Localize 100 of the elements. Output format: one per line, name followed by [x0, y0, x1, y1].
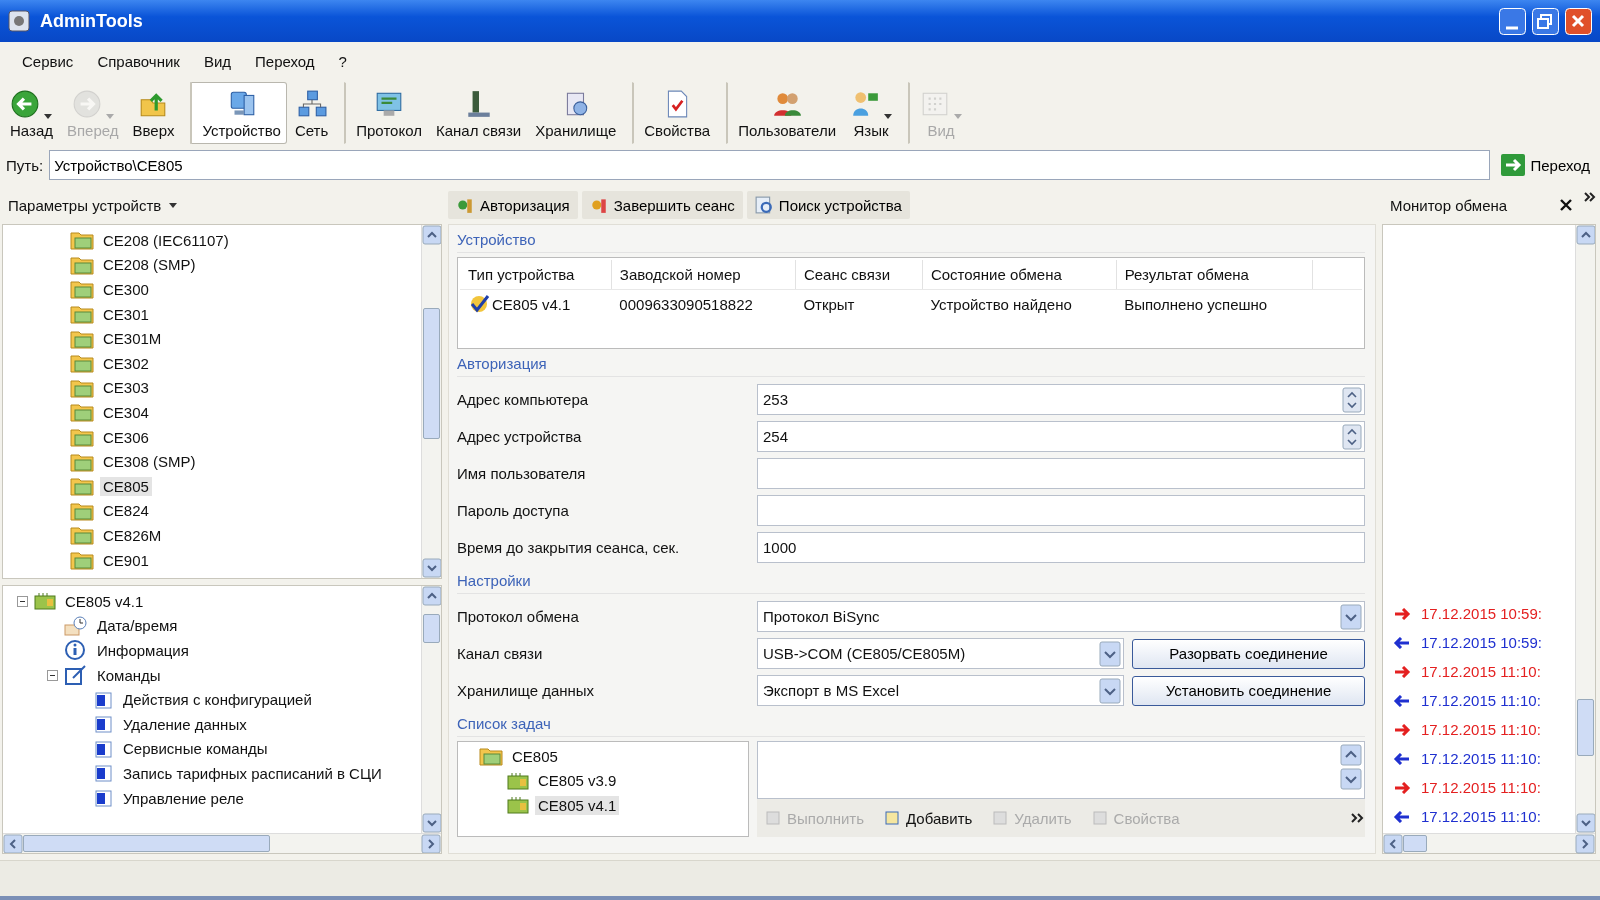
toolbar-button[interactable]: Устройство — [190, 82, 287, 144]
panel-dropdown[interactable]: Параметры устройств — [8, 196, 178, 214]
scroll-left-button[interactable] — [3, 834, 23, 853]
spin-button[interactable] — [1342, 423, 1362, 450]
input-field[interactable] — [757, 495, 1365, 526]
log-entry[interactable]: 17.12.2015 11:10: — [1421, 663, 1541, 680]
log-entry[interactable]: 17.12.2015 11:10: — [1421, 750, 1541, 767]
tree-item[interactable]: CE301M — [100, 329, 165, 349]
minimize-button[interactable] — [1499, 7, 1526, 35]
tree-item[interactable]: CE303 — [100, 378, 152, 398]
column-header[interactable]: Тип устройства — [460, 260, 612, 290]
tree-item[interactable]: CE826M — [100, 525, 165, 545]
toolbar-button[interactable]: Авторизация — [448, 191, 578, 219]
tree-item[interactable]: CE306 — [100, 427, 152, 447]
collapse-toggle[interactable] — [47, 669, 58, 681]
caret-icon[interactable] — [44, 114, 53, 119]
tree-item[interactable]: CE805 v4.1 — [535, 796, 620, 815]
dropdown[interactable]: Протокол BiSync — [757, 601, 1365, 632]
toolbar-button[interactable]: Поиск устройства — [746, 191, 910, 219]
path-field[interactable]: Устройство\CE805 — [49, 150, 1491, 180]
toolbar-button[interactable]: Пользователи — [726, 82, 843, 144]
toolbar-button[interactable]: Канал связи — [429, 82, 528, 144]
tree-item[interactable]: CE301 — [100, 304, 152, 324]
toolbar-button[interactable]: Вверх — [126, 82, 181, 144]
scroll-up-button[interactable] — [422, 225, 441, 245]
connection-button[interactable]: Установить соединение — [1132, 675, 1365, 706]
menu-item[interactable]: Переход — [245, 48, 325, 74]
scroll-up-button[interactable] — [422, 586, 441, 606]
tree-item[interactable]: Информация — [94, 641, 192, 660]
log-entry[interactable]: 17.12.2015 11:10: — [1421, 721, 1541, 738]
tree-item[interactable]: CE901 — [100, 550, 152, 570]
scroll-thumb[interactable] — [23, 835, 270, 852]
column-header[interactable]: Состояние обмена — [922, 260, 1117, 290]
toolbar-button[interactable]: Назад — [4, 82, 59, 144]
input-field[interactable] — [757, 458, 1365, 489]
scroll-thumb[interactable] — [423, 614, 440, 644]
connection-button[interactable]: Разорвать соединение — [1132, 638, 1365, 669]
menu-item[interactable]: Вид — [193, 48, 241, 74]
tree-item[interactable]: CE805 — [100, 476, 152, 496]
close-button[interactable] — [1565, 7, 1592, 35]
tree-item[interactable]: Сервисные команды — [120, 739, 271, 759]
chevron-icon[interactable] — [1584, 192, 1596, 202]
input-field[interactable]: 253 — [757, 384, 1365, 415]
tree-item[interactable]: CE208 (IEC61107) — [100, 230, 232, 250]
scroll-thumb[interactable] — [1403, 835, 1428, 852]
scroll-right-button[interactable] — [421, 834, 441, 853]
scroll-left-button[interactable] — [1383, 834, 1403, 854]
go-button[interactable]: Переход — [1496, 153, 1594, 177]
tree-item[interactable]: Запись тарифных расписаний в СЦИ — [120, 763, 385, 783]
input-field[interactable]: 254 — [757, 421, 1365, 452]
log-entry[interactable]: 17.12.2015 11:10: — [1421, 779, 1541, 796]
scroll-up-button[interactable] — [1576, 225, 1595, 245]
toolbar-button[interactable]: Свойства — [632, 82, 717, 144]
tree-item[interactable]: Управление реле — [120, 788, 247, 808]
column-header[interactable]: Сеанс связи — [795, 260, 923, 290]
toolbar-button[interactable]: Сеть — [288, 82, 335, 144]
scroll-down-button[interactable] — [1340, 768, 1362, 790]
log-entry[interactable]: 17.12.2015 11:10: — [1421, 808, 1541, 825]
maximize-button[interactable] — [1532, 7, 1559, 35]
tree-item[interactable]: CE308 (SMP) — [100, 452, 199, 472]
tree-item[interactable]: CE208 (SMP) — [100, 255, 199, 275]
input-field[interactable]: 1000 — [757, 532, 1365, 563]
tree-item[interactable]: Удаление данных — [120, 714, 250, 734]
caret-icon[interactable] — [884, 114, 893, 119]
scroll-thumb[interactable] — [1577, 699, 1594, 757]
tree-item[interactable]: CE805 — [509, 746, 561, 766]
tree-item[interactable]: CE300 — [100, 280, 152, 299]
tree-item[interactable]: Действия с конфигурацией — [120, 690, 315, 710]
toolbar-button[interactable]: Завершить сеанс — [581, 191, 743, 219]
toolbar-button[interactable]: Хранилище — [529, 82, 623, 144]
column-header[interactable]: Заводской номер — [611, 260, 796, 290]
scroll-right-button[interactable] — [1575, 834, 1595, 854]
column-header[interactable]: Результат обмена — [1116, 260, 1312, 290]
chevron-icon[interactable] — [1351, 813, 1365, 823]
tree-item[interactable]: Команды — [94, 665, 164, 685]
toolbar-button[interactable]: Протокол — [344, 82, 428, 144]
tree-item[interactable]: CE805 v3.9 — [535, 771, 620, 791]
scroll-down-button[interactable] — [422, 558, 441, 578]
tree-item[interactable]: Дата/время — [94, 616, 181, 636]
task-button[interactable]: Добавить — [876, 806, 981, 830]
scroll-down-button[interactable] — [422, 813, 441, 833]
scroll-thumb[interactable] — [423, 307, 440, 440]
dropdown[interactable]: USB->COM (CE805/CE805M) — [757, 638, 1124, 669]
dropdown[interactable]: Экспорт в MS Excel — [757, 675, 1124, 706]
log-entry[interactable]: 17.12.2015 11:10: — [1421, 692, 1541, 709]
scroll-down-button[interactable] — [1576, 813, 1595, 833]
tree-item[interactable]: CE302 — [100, 353, 152, 373]
toolbar-button[interactable]: Язык — [844, 82, 899, 144]
log-entry[interactable]: 17.12.2015 10:59: — [1421, 634, 1542, 651]
tree-item[interactable]: CE304 — [100, 402, 152, 422]
menu-item[interactable]: Сервис — [12, 48, 84, 74]
spin-button[interactable] — [1342, 386, 1362, 413]
collapse-toggle[interactable] — [17, 595, 28, 607]
menu-item[interactable]: ? — [328, 48, 357, 74]
tree-item[interactable]: CE805 v4.1 — [62, 591, 147, 611]
tree-item[interactable]: CE824 — [100, 501, 152, 521]
menu-item[interactable]: Справочник — [87, 48, 190, 74]
log-entry[interactable]: 17.12.2015 10:59: — [1421, 605, 1542, 622]
scroll-up-button[interactable] — [1340, 744, 1362, 766]
close-icon[interactable] — [1560, 199, 1572, 211]
